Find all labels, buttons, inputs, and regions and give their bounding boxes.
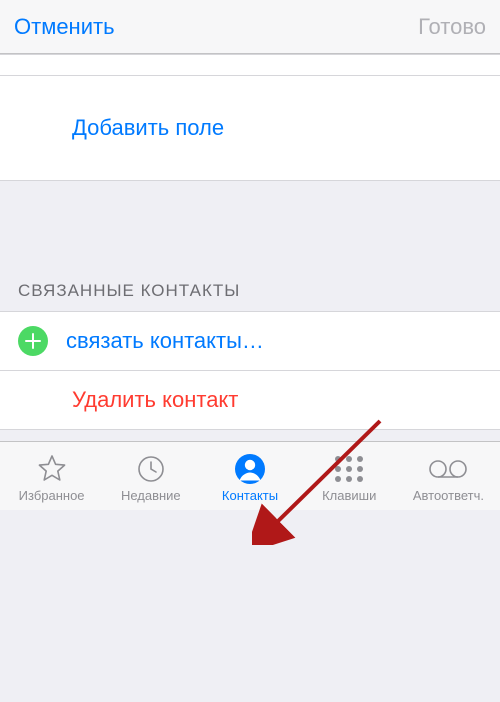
add-field-label: Добавить поле (72, 115, 224, 141)
tab-recents[interactable]: Недавние (101, 452, 200, 503)
tab-voicemail-label: Автоответч. (413, 488, 484, 503)
link-contacts-button[interactable]: связать контакты… (0, 311, 500, 371)
tabbar: Избранное Недавние Контакты Клавиши (0, 441, 500, 510)
star-icon (36, 452, 68, 486)
voicemail-icon (428, 452, 468, 486)
tab-favorites[interactable]: Избранное (2, 452, 101, 503)
tab-contacts[interactable]: Контакты (200, 452, 299, 503)
navbar: Отменить Готово (0, 0, 500, 54)
delete-contact-label: Удалить контакт (72, 387, 238, 413)
spacer (0, 429, 500, 441)
delete-contact-button[interactable]: Удалить контакт (0, 370, 500, 430)
done-button[interactable]: Готово (418, 14, 486, 40)
tab-favorites-label: Избранное (19, 488, 85, 503)
field-cell-partial[interactable] (0, 54, 500, 76)
tab-keypad[interactable]: Клавиши (300, 452, 399, 503)
link-contacts-label: связать контакты… (66, 328, 264, 354)
linked-contacts-header: СВЯЗАННЫЕ КОНТАКТЫ (0, 181, 500, 311)
person-icon (234, 452, 266, 486)
tab-voicemail[interactable]: Автоответч. (399, 452, 498, 503)
add-field-button[interactable]: Добавить поле (0, 75, 500, 181)
content: Добавить поле СВЯЗАННЫЕ КОНТАКТЫ связать… (0, 54, 500, 441)
tab-recents-label: Недавние (121, 488, 181, 503)
clock-icon (135, 452, 167, 486)
plus-icon (18, 326, 48, 356)
tab-keypad-label: Клавиши (322, 488, 376, 503)
cancel-button[interactable]: Отменить (14, 14, 115, 40)
keypad-icon (332, 452, 366, 486)
tab-contacts-label: Контакты (222, 488, 278, 503)
